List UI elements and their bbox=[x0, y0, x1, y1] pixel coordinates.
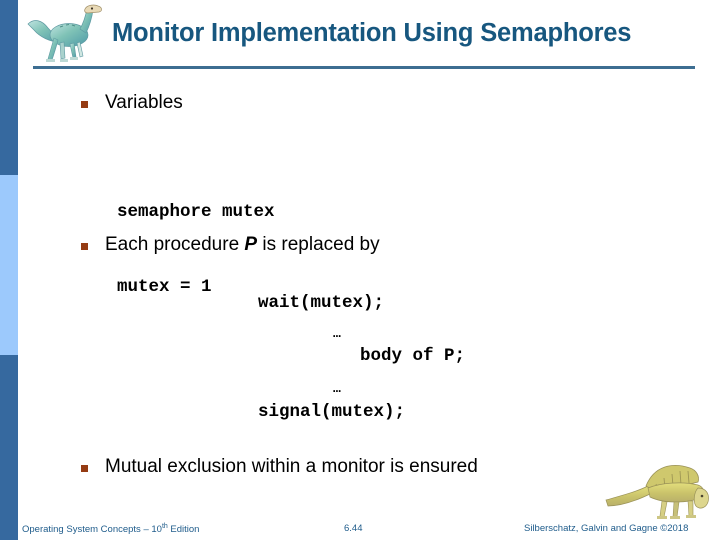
square-bullet-icon bbox=[81, 465, 88, 472]
slide-number: 6.44 bbox=[344, 523, 363, 534]
title-divider bbox=[33, 66, 695, 69]
square-bullet-icon bbox=[81, 243, 88, 250]
bullet-item-variables: Variables bbox=[81, 92, 183, 114]
code-line-semaphore-mutex: semaphore mutex bbox=[117, 202, 275, 222]
bullet-label-variables: Variables bbox=[105, 92, 183, 113]
dinosaur-logo-icon bbox=[24, 2, 108, 66]
bullet-item-procedure: Each procedure P is replaced by bbox=[81, 234, 380, 256]
code-line-mutex-init: mutex = 1 bbox=[117, 277, 212, 297]
code-line-wait: wait(mutex); bbox=[258, 293, 385, 313]
footer-edition-main: Operating System Concepts – 10 bbox=[22, 524, 162, 536]
square-bullet-icon bbox=[81, 101, 88, 108]
code-line-body: body of P; bbox=[360, 346, 466, 366]
page-title: Monitor Implementation Using Semaphores bbox=[112, 19, 632, 47]
bullet-label-procedure-suffix: is replaced by bbox=[257, 234, 380, 255]
code-line-signal: signal(mutex); bbox=[258, 402, 406, 422]
footer-copyright: Silberschatz, Galvin and Gagne ©2018 bbox=[524, 523, 689, 534]
sidebar-stripe-bottom bbox=[0, 355, 18, 540]
sidebar-stripe-middle bbox=[0, 175, 18, 355]
footer-edition-label: Operating System Concepts – 10th Edition bbox=[22, 523, 199, 535]
code-line-ellipsis-bottom: … bbox=[333, 381, 341, 396]
sidebar-stripe-top bbox=[0, 0, 18, 175]
footer-edition-tail: Edition bbox=[167, 524, 200, 536]
presentation-slide: Monitor Implementation Using Semaphores … bbox=[0, 0, 720, 540]
dimetrodon-logo-icon bbox=[604, 456, 712, 528]
bullet-item-mutual-exclusion: Mutual exclusion within a monitor is ens… bbox=[81, 456, 478, 478]
bullet-label-procedure-prefix: Each procedure bbox=[105, 234, 245, 255]
bullet-label-procedure-emphasis: P bbox=[244, 234, 258, 255]
bullet-label-procedure: Each procedure P is replaced by bbox=[105, 234, 380, 256]
bullet-label-mutual-exclusion: Mutual exclusion within a monitor is ens… bbox=[105, 456, 478, 477]
code-line-ellipsis-top: … bbox=[333, 326, 341, 341]
